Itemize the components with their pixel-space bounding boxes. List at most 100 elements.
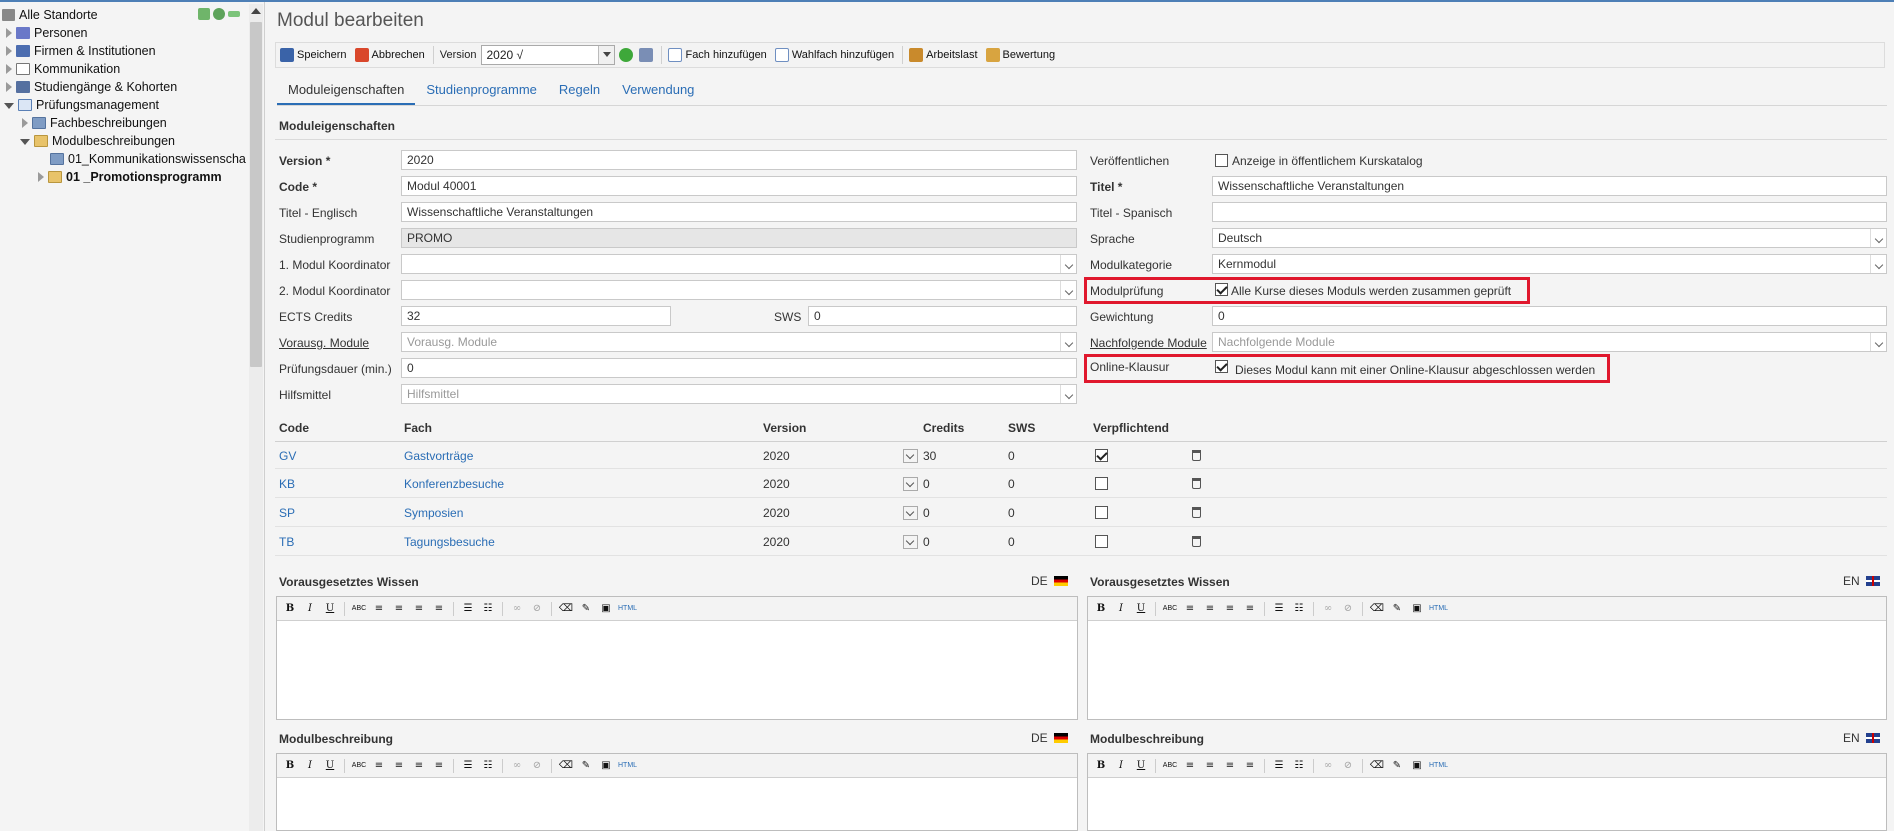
expand-triangle-icon[interactable] (22, 118, 28, 128)
version-dropdown[interactable] (903, 449, 918, 463)
tree-item-fachbeschreibungen[interactable]: Fachbeschreibungen (22, 114, 167, 132)
paste-word-icon[interactable]: ▣ (598, 758, 614, 774)
prereq-modules-select[interactable]: Vorausg. Module (401, 332, 1077, 352)
prior-knowledge-en-editor[interactable]: B I U ABC ≡ ≡ ≡ ≡ ☰ ☷ ∞ ⊘ ⌫ ✎ ▣ HTML (1087, 596, 1887, 720)
add-elective-button[interactable]: Wahlfach hinzufügen (774, 48, 894, 62)
italic-icon[interactable]: I (302, 758, 318, 774)
next-modules-select[interactable]: Nachfolgende Module (1212, 332, 1887, 352)
tree-item-promotionsprogramm[interactable]: 01 _Promotionsprogramm (38, 168, 222, 186)
strikethrough-icon[interactable]: ABC (351, 601, 367, 617)
cancel-button[interactable]: Abbrechen (354, 48, 425, 62)
language-select[interactable]: Deutsch (1212, 228, 1887, 248)
version-input[interactable]: 2020 (401, 150, 1077, 170)
numbered-list-icon[interactable]: ☷ (1291, 601, 1307, 617)
save-button[interactable]: Speichern (280, 48, 347, 62)
subject-code-link[interactable]: GV (279, 449, 296, 463)
align-left-icon[interactable]: ≡ (371, 601, 387, 617)
module-exam-checkbox[interactable] (1215, 283, 1228, 296)
tree-item-pruefungsmanagement[interactable]: Prüfungsmanagement (4, 96, 159, 114)
link-icon[interactable]: ∞ (1320, 758, 1336, 774)
compare-icon[interactable] (639, 48, 654, 62)
underline-icon[interactable]: U (322, 601, 338, 617)
justify-icon[interactable]: ≡ (431, 601, 447, 617)
tab-studienprogramme[interactable]: Studienprogramme (415, 78, 548, 105)
eraser-icon[interactable]: ⌫ (558, 601, 574, 617)
bold-icon[interactable]: B (282, 758, 298, 774)
underline-icon[interactable]: U (322, 758, 338, 774)
expand-triangle-icon[interactable] (6, 46, 12, 56)
numbered-list-icon[interactable]: ☷ (480, 601, 496, 617)
bullet-list-icon[interactable]: ☰ (1271, 601, 1287, 617)
align-right-icon[interactable]: ≡ (1222, 601, 1238, 617)
eraser-icon[interactable]: ⌫ (1369, 758, 1385, 774)
required-checkbox[interactable] (1095, 535, 1108, 548)
unlink-icon[interactable]: ⊘ (1340, 601, 1356, 617)
expand-triangle-icon[interactable] (6, 82, 12, 92)
align-center-icon[interactable]: ≡ (1202, 758, 1218, 774)
align-left-icon[interactable]: ≡ (371, 758, 387, 774)
unlink-icon[interactable]: ⊘ (529, 758, 545, 774)
paste-word-icon[interactable]: ▣ (1409, 601, 1425, 617)
ects-input[interactable]: 32 (401, 306, 671, 326)
collapse-icon[interactable] (228, 11, 240, 17)
chevron-down-icon[interactable] (1874, 234, 1884, 244)
tree-scrollbar[interactable] (249, 4, 263, 831)
justify-icon[interactable]: ≡ (1242, 758, 1258, 774)
bold-icon[interactable]: B (282, 601, 298, 617)
subject-name-link[interactable]: Tagungsbesuche (404, 535, 495, 549)
coordinator2-select[interactable] (401, 280, 1077, 300)
aids-select[interactable]: Hilfsmittel (401, 384, 1077, 404)
numbered-list-icon[interactable]: ☷ (480, 758, 496, 774)
html-source-icon[interactable]: HTML (1429, 758, 1448, 774)
paste-word-icon[interactable]: ▣ (1409, 758, 1425, 774)
italic-icon[interactable]: I (302, 601, 318, 617)
chevron-down-icon[interactable] (1874, 338, 1884, 348)
tree-item-personen[interactable]: Personen (6, 24, 88, 42)
sws-input[interactable]: 0 (808, 306, 1077, 326)
unlink-icon[interactable]: ⊘ (1340, 758, 1356, 774)
bullet-list-icon[interactable]: ☰ (460, 758, 476, 774)
workload-button[interactable]: Arbeitslast (909, 48, 978, 62)
prereq-modules-label[interactable]: Vorausg. Module (279, 336, 369, 350)
coordinator1-select[interactable] (401, 254, 1077, 274)
html-source-icon[interactable]: HTML (618, 758, 637, 774)
version-dropdown[interactable] (903, 535, 918, 549)
collapse-triangle-icon[interactable] (4, 103, 14, 109)
trash-icon[interactable] (1192, 450, 1201, 461)
tree-item-studiengaenge[interactable]: Studiengänge & Kohorten (6, 78, 177, 96)
version-dropdown[interactable] (903, 477, 918, 491)
chevron-down-icon[interactable] (598, 46, 615, 64)
paste-word-icon[interactable]: ▣ (598, 601, 614, 617)
numbered-list-icon[interactable]: ☷ (1291, 758, 1307, 774)
required-checkbox[interactable] (1095, 449, 1108, 462)
tree-item-kommunikation[interactable]: Kommunikation (6, 60, 120, 78)
subject-name-link[interactable]: Konferenzbesuche (404, 477, 504, 491)
title-en-input[interactable]: Wissenschaftliche Veranstaltungen (401, 202, 1077, 222)
html-source-icon[interactable]: HTML (1429, 601, 1448, 617)
trash-icon[interactable] (1192, 478, 1201, 489)
clean-format-icon[interactable]: ✎ (1389, 601, 1405, 617)
add-version-icon[interactable] (619, 48, 634, 62)
underline-icon[interactable]: U (1133, 758, 1149, 774)
strikethrough-icon[interactable]: ABC (1162, 758, 1178, 774)
rating-button[interactable]: Bewertung (985, 48, 1055, 62)
publish-checkbox[interactable] (1215, 154, 1228, 167)
bold-icon[interactable]: B (1093, 601, 1109, 617)
subject-name-link[interactable]: Gastvorträge (404, 449, 473, 463)
unlink-icon[interactable]: ⊘ (529, 601, 545, 617)
scroll-up-arrow-icon[interactable] (251, 8, 261, 14)
eraser-icon[interactable]: ⌫ (558, 758, 574, 774)
align-center-icon[interactable]: ≡ (391, 601, 407, 617)
collapse-triangle-icon[interactable] (20, 139, 30, 145)
italic-icon[interactable]: I (1113, 758, 1129, 774)
description-en-editor[interactable]: B I U ABC ≡ ≡ ≡ ≡ ☰ ☷ ∞ ⊘ ⌫ ✎ ▣ HTML (1087, 753, 1887, 831)
category-select[interactable]: Kernmodul (1212, 254, 1887, 274)
tab-verwendung[interactable]: Verwendung (611, 78, 705, 105)
clean-format-icon[interactable]: ✎ (578, 601, 594, 617)
exam-duration-input[interactable]: 0 (401, 358, 1077, 378)
tree-item-alle-standorte[interactable]: Alle Standorte (2, 6, 98, 24)
tab-moduleigenschaften[interactable]: Moduleigenschaften (277, 78, 416, 105)
bullet-list-icon[interactable]: ☰ (460, 601, 476, 617)
tree-item-firmen[interactable]: Firmen & Institutionen (6, 42, 156, 60)
link-icon[interactable]: ∞ (1320, 601, 1336, 617)
